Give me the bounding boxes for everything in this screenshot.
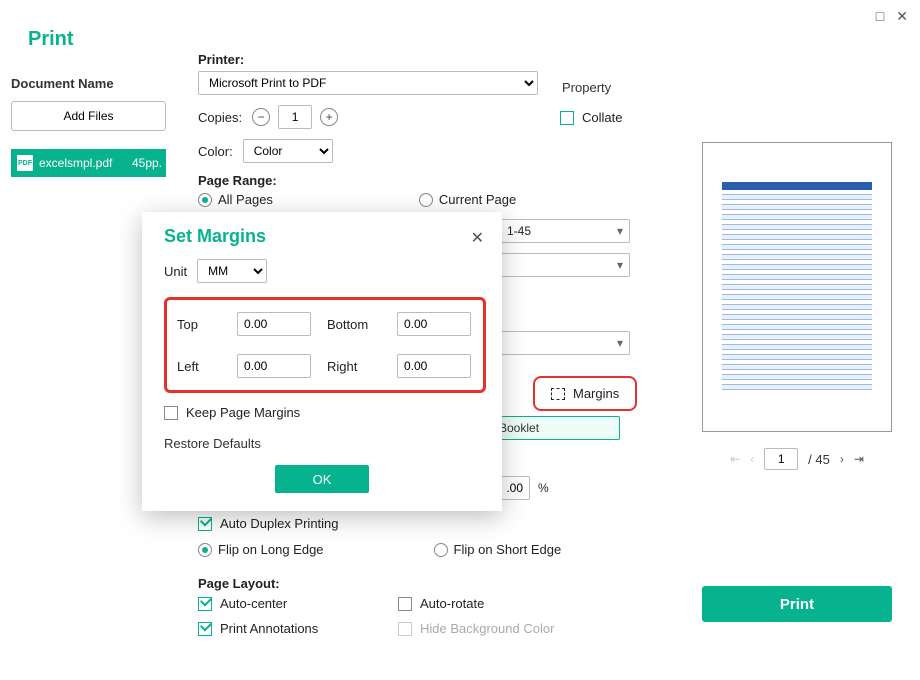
margin-left-label: Left (177, 359, 227, 374)
margins-icon (551, 388, 565, 400)
color-label: Color: (198, 144, 233, 159)
printer-select[interactable]: Microsoft Print to PDF (198, 71, 538, 95)
page-range-select[interactable]: 1-45 ▾ (500, 219, 630, 243)
pager-first-icon[interactable]: ⇤ (730, 452, 740, 466)
maximize-icon[interactable]: □ (876, 8, 884, 25)
settings-panel: Printer: Microsoft Print to PDF Copies: … (198, 52, 638, 207)
margin-right-label: Right (327, 359, 387, 374)
page-title: Print (28, 28, 74, 51)
chevron-down-icon: ▾ (617, 258, 623, 272)
margins-values-highlight: Top Bottom Left Right (164, 297, 486, 393)
hide-bg-label: Hide Background Color (420, 621, 554, 636)
ok-button[interactable]: OK (275, 465, 369, 493)
copies-increment[interactable]: + (320, 108, 338, 126)
margin-top-input[interactable] (237, 312, 311, 336)
copies-label: Copies: (198, 110, 242, 125)
pager-prev-icon[interactable]: ‹ (750, 452, 754, 466)
restore-defaults[interactable]: Restore Defaults (164, 436, 480, 451)
page-range-value: 1-45 (507, 224, 531, 238)
printer-label: Printer: (198, 52, 244, 67)
auto-rotate-checkbox[interactable] (398, 597, 412, 611)
margins-button[interactable]: Margins (539, 382, 631, 405)
close-icon[interactable]: ✕ (471, 228, 484, 248)
radio-flip-short[interactable] (434, 543, 448, 557)
radio-all-pages[interactable] (198, 193, 212, 207)
radio-flip-long[interactable] (198, 543, 212, 557)
print-annotations-label: Print Annotations (220, 621, 318, 636)
file-name: excelsmpl.pdf (39, 156, 126, 170)
close-icon[interactable]: ✕ (896, 8, 908, 25)
printer-property-link[interactable]: Property (562, 80, 611, 95)
keep-page-margins-label: Keep Page Margins (186, 405, 300, 420)
booklet-option[interactable]: Booklet (490, 416, 620, 440)
pager-next-icon[interactable]: › (840, 452, 844, 466)
margins-button-highlight: Margins (533, 376, 637, 411)
print-annotations-checkbox[interactable] (198, 622, 212, 636)
pager-current-input[interactable] (764, 448, 798, 470)
all-pages-label: All Pages (218, 192, 273, 207)
auto-duplex-label: Auto Duplex Printing (220, 516, 339, 531)
set-margins-dialog: ✕ Set Margins Unit MM Top Bottom Left Ri… (142, 212, 502, 511)
copies-input[interactable] (278, 105, 312, 129)
hide-bg-checkbox (398, 622, 412, 636)
pdf-icon: PDF (17, 155, 33, 171)
margin-bottom-label: Bottom (327, 317, 387, 332)
page-range-label: Page Range: (198, 173, 638, 188)
page-range-select-3[interactable]: ▾ (500, 331, 630, 355)
file-list-item[interactable]: PDF excelsmpl.pdf 45pp. (11, 149, 166, 177)
unit-select[interactable]: MM (197, 259, 267, 283)
margins-button-label: Margins (573, 386, 619, 401)
pager-total: / 45 (808, 452, 830, 467)
collate-label: Collate (582, 110, 622, 125)
page-preview (702, 142, 892, 432)
preview-sheet (722, 182, 872, 392)
auto-center-label: Auto-center (220, 596, 287, 611)
copies-decrement[interactable]: − (252, 108, 270, 126)
margin-right-input[interactable] (397, 354, 471, 378)
flip-short-label: Flip on Short Edge (454, 542, 562, 557)
current-page-label: Current Page (439, 192, 516, 207)
print-button[interactable]: Print (702, 586, 892, 622)
scale-unit: % (538, 481, 549, 495)
color-select[interactable]: Color (243, 139, 333, 163)
auto-center-checkbox[interactable] (198, 597, 212, 611)
margin-left-input[interactable] (237, 354, 311, 378)
chevron-down-icon: ▾ (617, 224, 623, 238)
preview-pager: ⇤ ‹ / 45 › ⇥ (702, 448, 892, 470)
page-range-select-2[interactable]: ▾ (500, 253, 630, 277)
document-name-label: Document Name (11, 76, 166, 91)
add-files-button[interactable]: Add Files (11, 101, 166, 131)
chevron-down-icon: ▾ (617, 336, 623, 350)
margin-top-label: Top (177, 317, 227, 332)
pager-last-icon[interactable]: ⇥ (854, 452, 864, 466)
dialog-title: Set Margins (164, 226, 480, 247)
auto-duplex-checkbox[interactable] (198, 517, 212, 531)
keep-page-margins-checkbox[interactable] (164, 406, 178, 420)
collate-checkbox[interactable] (560, 111, 574, 125)
flip-long-label: Flip on Long Edge (218, 542, 324, 557)
file-pages: 45pp. (132, 156, 162, 170)
margin-bottom-input[interactable] (397, 312, 471, 336)
booklet-label: Booklet (499, 421, 539, 435)
page-layout-label: Page Layout: (198, 576, 280, 591)
auto-rotate-label: Auto-rotate (420, 596, 484, 611)
sidebar: Document Name Add Files PDF excelsmpl.pd… (11, 76, 166, 177)
unit-label: Unit (164, 264, 187, 279)
radio-current-page[interactable] (419, 193, 433, 207)
